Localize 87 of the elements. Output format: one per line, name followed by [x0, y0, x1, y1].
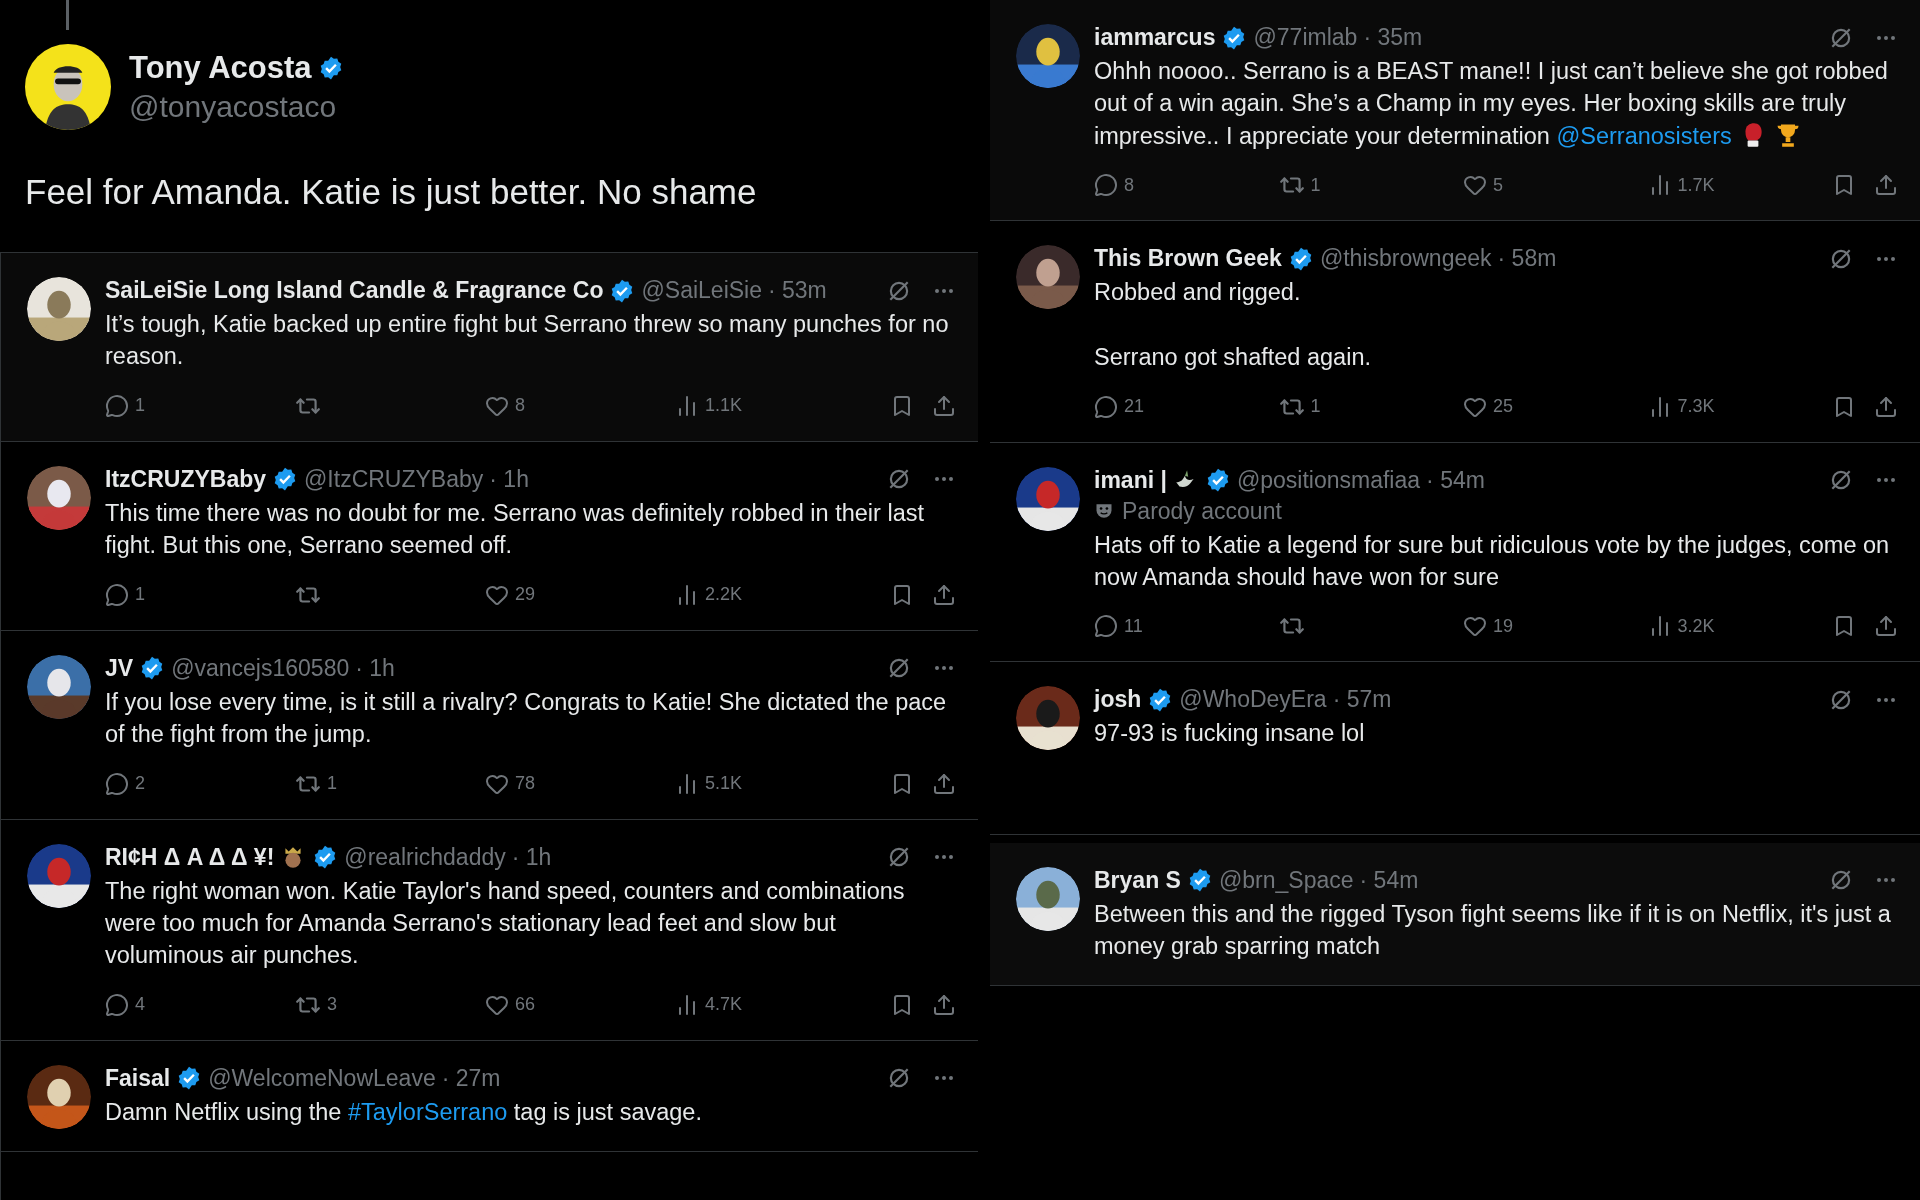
post-text: Between this and the rigged Tyson fight seems like if it is on Netflix, it's just a money grab sparring match — [1094, 899, 1892, 962]
post-time: · 53m — [768, 277, 827, 304]
repost-count: 3 — [327, 994, 337, 1016]
share-icon[interactable] — [932, 771, 956, 796]
like-icon[interactable] — [1463, 173, 1487, 198]
post-text: Ohhh noooo.. Serrano is a BEAST mane!! I just can’t believe she got robbed out of a win again. She’s a Champ in my eyes. Her boxing skills are truly impressive.. I appreciate your determination @Serranosisters — [1094, 57, 1889, 151]
like-icon[interactable] — [1463, 614, 1487, 639]
author-name[interactable]: JV — [105, 654, 134, 682]
author-name[interactable]: This Brown Geek — [1094, 245, 1282, 273]
post-text: The right woman won. Katie Taylor's hand speed, counters and combinations were too much for Amanda Serrano's stationary lead feet and slow but voluminous air punches. — [105, 876, 906, 971]
reply-count: 8 — [1124, 174, 1134, 196]
reply-icon[interactable] — [1094, 614, 1118, 639]
repost-count: 1 — [1310, 174, 1321, 196]
author-name[interactable]: Faisal — [105, 1064, 171, 1092]
like-count: 29 — [515, 584, 536, 606]
views-count: 1.7K — [1677, 174, 1715, 196]
post-time: · 57m — [1332, 686, 1392, 714]
author-name[interactable]: Tony Acosta — [129, 50, 312, 86]
post-time: · 1h — [489, 465, 529, 493]
post-text: Feel for Amanda. Katie is just better. No shame — [25, 172, 758, 212]
author-name[interactable]: iammarcus — [1094, 24, 1216, 51]
post-time: · 1h — [511, 843, 552, 871]
author-handle[interactable]: @77imlab — [1253, 24, 1358, 51]
post-text: Damn Netflix using the #TaylorSerrano tag is just savage. — [105, 1097, 703, 1127]
post-text: Robbed and rigged. Serrano got shafted again. — [1094, 278, 1372, 373]
reply-icon[interactable] — [1094, 173, 1118, 198]
author-handle[interactable]: @WelcomeNowLeave — [208, 1064, 436, 1092]
reply-count: 11 — [1124, 615, 1143, 637]
author-handle[interactable]: @vancejs160580 — [171, 654, 350, 682]
author-handle[interactable]: @tonyacostaco — [129, 90, 344, 124]
post-time: · 27m — [441, 1064, 501, 1092]
share-icon[interactable] — [932, 992, 956, 1017]
author-handle[interactable]: @positionsmafiaa — [1236, 466, 1421, 494]
views-count: 1.1K — [705, 395, 743, 417]
post-time: · 54m — [1359, 866, 1419, 894]
author-name[interactable]: imani | — [1094, 466, 1167, 494]
post-text: 97-93 is fucking insane lol — [1094, 719, 1366, 749]
mention-link[interactable]: #TaylorSerrano — [347, 1098, 508, 1125]
like-count: 5 — [1493, 174, 1503, 196]
post-time: · 54m — [1426, 466, 1485, 494]
post-text: This time there was no doubt for me. Serrano was definitely robbed in their last fight. But this one, Serrano seemed off. — [105, 498, 925, 561]
reply-icon[interactable] — [105, 393, 129, 418]
repost-count: 1 — [327, 773, 337, 795]
author-name[interactable]: josh — [1094, 686, 1142, 714]
share-icon[interactable] — [1874, 394, 1898, 419]
share-icon[interactable] — [932, 393, 956, 418]
views-count: 3.2K — [1677, 615, 1715, 637]
like-count: 25 — [1493, 396, 1514, 418]
author-name[interactable]: SaiLeiSie Long Island Candle & Fragrance Co — [105, 277, 604, 304]
share-icon[interactable] — [1874, 614, 1898, 639]
reply-icon[interactable] — [105, 771, 129, 796]
share-icon[interactable] — [1874, 173, 1898, 198]
author-handle[interactable]: @ItzCRUZYBaby — [304, 465, 484, 493]
reply-icon[interactable] — [105, 582, 129, 607]
views-count: 4.7K — [705, 994, 743, 1016]
repost-count: 1 — [1310, 396, 1321, 418]
like-count: 78 — [515, 773, 536, 795]
post-time: · 1h — [355, 654, 395, 682]
reply-icon[interactable] — [1094, 394, 1118, 419]
like-count: 8 — [515, 395, 525, 417]
reply-count: 21 — [1124, 396, 1145, 418]
views-count: 7.3K — [1677, 396, 1715, 418]
post-time: · 58m — [1497, 245, 1557, 273]
post-text: It’s tough, Katie backed up entire fight but Serrano threw so many punches for no reason. — [105, 310, 950, 372]
reply-count: 1 — [135, 584, 145, 606]
views-count: 2.2K — [705, 584, 743, 606]
parody-label: Parody account — [1122, 497, 1282, 525]
author-handle[interactable]: @SaiLeiSie — [641, 277, 762, 304]
post-text: Hats off to Katie a legend for sure but ridiculous vote by the judges, come on now Amanda should have won for sure — [1094, 530, 1891, 592]
post-text: If you lose every time, is it still a rivalry? Congrats to Katie! She dictated the pace of the fight from the jump. — [105, 687, 948, 750]
reply-icon[interactable] — [105, 992, 129, 1017]
author-name[interactable]: ItzCRUZYBaby — [105, 465, 266, 493]
reply-count: 2 — [135, 773, 145, 795]
author-handle[interactable]: @brn_Space — [1218, 866, 1354, 894]
post-time: · 35m — [1363, 24, 1423, 51]
mention-link[interactable]: @Serranosisters — [1556, 122, 1732, 149]
author-name[interactable]: Bryan S — [1094, 866, 1181, 894]
views-count: 5.1K — [705, 773, 743, 795]
like-count: 19 — [1493, 615, 1514, 637]
share-icon[interactable] — [932, 582, 956, 607]
author-handle[interactable]: @thisbrowngeek — [1319, 245, 1492, 273]
reply-count: 1 — [135, 395, 145, 417]
author-handle[interactable]: @realrichdaddy — [344, 843, 506, 871]
author-handle[interactable]: @WhoDeyEra — [1179, 686, 1327, 714]
reply-count: 4 — [135, 994, 145, 1016]
like-count: 66 — [515, 994, 536, 1016]
author-name[interactable]: RI¢H Δ A Δ Δ ¥! — [105, 843, 275, 871]
